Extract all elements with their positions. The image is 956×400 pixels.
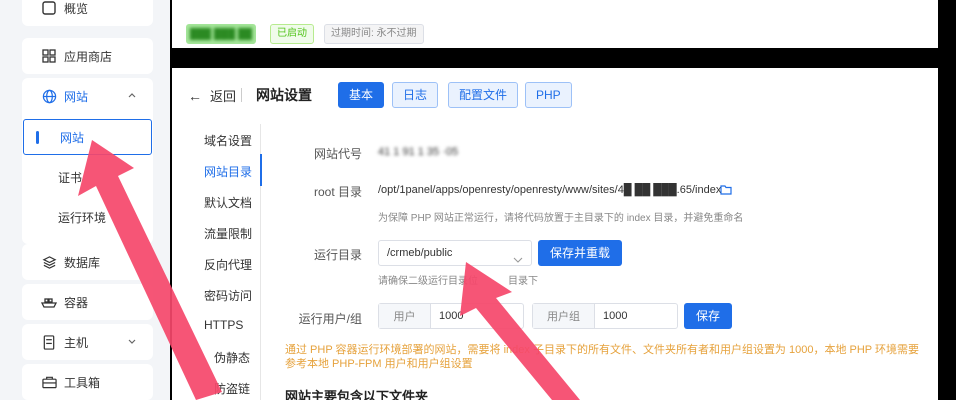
sidebar-item-label: 数据库: [64, 255, 101, 270]
subnav-rewrite[interactable]: 伪静态: [214, 349, 250, 366]
run-dir-hint: 请确保二级运行目录位: [378, 276, 478, 287]
globe-icon: [40, 87, 58, 105]
container-ship-icon: [40, 293, 58, 311]
sidebar-item-label: 概览: [64, 1, 89, 16]
tab-logs[interactable]: 日志: [392, 82, 439, 108]
subnav-hotlink[interactable]: 防盗链: [214, 380, 250, 397]
user-value: 1000: [439, 310, 464, 322]
root-dir-label: root 目录: [313, 185, 362, 199]
folder-icon[interactable]: [720, 184, 732, 198]
sidebar-item-certificate[interactable]: 证书: [22, 159, 153, 195]
sidebar-item-app-store[interactable]: 应用商店: [22, 38, 153, 74]
save-reload-button[interactable]: 保存并重载: [538, 240, 623, 266]
dashboard-icon: [40, 0, 58, 17]
sidebar-item-label: 网站: [60, 130, 85, 145]
group-input[interactable]: 用户组 1000: [532, 303, 678, 329]
app-grid-icon: [40, 47, 58, 65]
group-value: 1000: [603, 310, 628, 322]
arrow-left-icon: ←: [188, 87, 202, 104]
tab-basic[interactable]: 基本: [338, 82, 385, 108]
sidebar-item-label: 网站: [64, 89, 89, 104]
sidebar-item-overview[interactable]: 概览: [22, 0, 153, 26]
save-button[interactable]: 保存: [684, 303, 733, 329]
user-input[interactable]: 用户 1000: [378, 303, 524, 329]
expire-badge: 过期时间: 永不过期: [324, 24, 424, 44]
subnav-https[interactable]: HTTPS: [204, 318, 243, 332]
chevron-down-icon: [127, 335, 137, 345]
sidebar-item-websites[interactable]: 网站: [22, 78, 153, 114]
tab-config-file[interactable]: 配置文件: [448, 82, 519, 108]
sidebar-item-website[interactable]: 网站: [23, 119, 152, 155]
section-title: 网站主要包含以下文件夹: [285, 389, 429, 400]
subnav-default-doc[interactable]: 默认文档: [204, 194, 252, 211]
sidebar-item-label: 容器: [64, 295, 89, 310]
back-label: 返回: [210, 89, 237, 104]
site-name-badge: ███ ███ ██: [186, 24, 256, 44]
page-title: 网站设置: [256, 87, 312, 103]
user-prefix: 用户: [379, 304, 431, 328]
sidebar-item-runtime[interactable]: 运行环境: [22, 199, 153, 235]
subnav-domain[interactable]: 域名设置: [204, 132, 252, 149]
status-badge: 已启动: [270, 24, 314, 44]
server-icon: [40, 333, 58, 351]
root-dir-value: /opt/1panel/apps/openresty/openresty/www…: [378, 184, 722, 196]
sidebar-item-label: 主机: [64, 335, 89, 350]
chevron-up-icon: [127, 89, 137, 99]
sidebar-item-database[interactable]: 数据库: [22, 244, 153, 280]
root-dir-hint: 为保障 PHP 网站正常运行，请将代码放置于主目录下的 index 目录，并避免…: [378, 213, 744, 224]
tab-php[interactable]: PHP: [525, 82, 572, 108]
subnav-site-directory[interactable]: 网站目录: [204, 163, 252, 180]
sidebar-item-label: 证书: [58, 170, 83, 185]
run-dir-value: /crmeb/public: [387, 247, 453, 259]
run-dir-hint-tail: 目录下: [508, 276, 538, 287]
sidebar-item-toolbox[interactable]: 工具箱: [22, 364, 153, 400]
active-indicator: [36, 131, 39, 144]
run-dir-select[interactable]: /crmeb/public: [378, 240, 532, 266]
divider: [241, 88, 242, 102]
group-prefix: 用户组: [533, 304, 595, 328]
chevron-down-icon: [513, 249, 523, 273]
subnav-password-access[interactable]: 密码访问: [204, 287, 252, 304]
database-layers-icon: [40, 253, 58, 271]
subnav-reverse-proxy[interactable]: 反向代理: [204, 256, 252, 273]
sidebar-item-label: 应用商店: [64, 49, 113, 64]
settings-panel: ← 返回 网站设置 基本 日志 配置文件 PHP 域名设置 网站目录 默认文档 …: [172, 68, 938, 400]
subnav-rate-limit[interactable]: 流量限制: [204, 225, 252, 242]
back-button[interactable]: ← 返回: [188, 86, 236, 105]
sidebar: 概览 应用商店 网站 网站 证书 运行环境 数据库 容器 主机 工具箱: [0, 0, 170, 400]
site-name-text: ███ ███ ██: [189, 28, 253, 40]
site-code-value: 41 1 91 1 35 ·05: [378, 146, 459, 158]
toolbox-icon: [40, 373, 58, 391]
sidebar-item-label: 工具箱: [64, 375, 101, 390]
site-info-bar: ███ ███ ██ 已启动 过期时间: 永不过期: [172, 0, 938, 48]
warning-text: 通过 PHP 容器运行环境部署的网站，需要将 index 子目录下的所有文件、文…: [285, 344, 919, 370]
run-user-group-label: 运行用户/组: [298, 312, 362, 326]
sidebar-item-container[interactable]: 容器: [22, 284, 153, 320]
sidebar-item-host[interactable]: 主机: [22, 324, 153, 360]
run-dir-label: 运行目录: [313, 248, 362, 262]
sidebar-item-label: 运行环境: [58, 210, 107, 225]
site-code-label: 网站代号: [313, 147, 362, 161]
